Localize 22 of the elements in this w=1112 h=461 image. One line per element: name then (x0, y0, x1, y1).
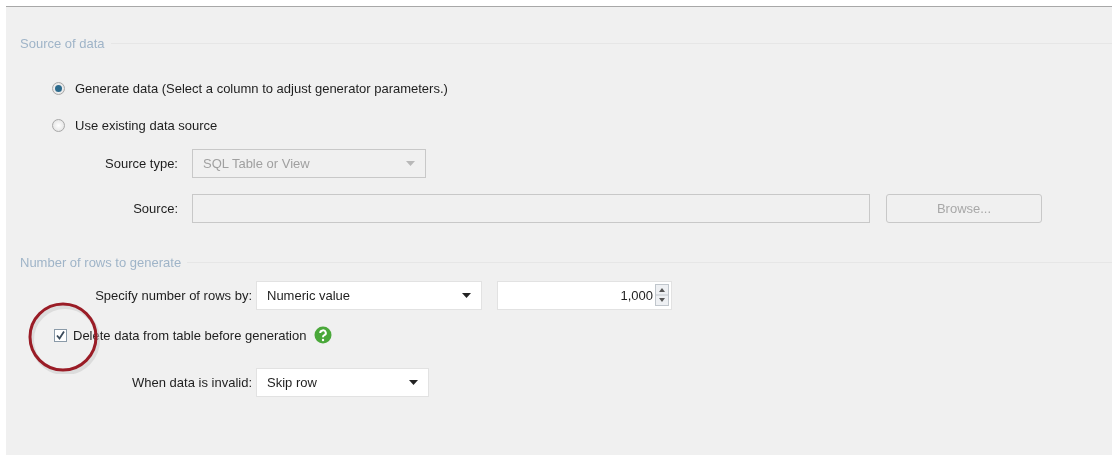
radio-button[interactable] (52, 118, 65, 132)
field-label: When data is invalid: (131, 374, 252, 390)
radio-button[interactable] (52, 81, 65, 95)
dropdown-arrow-icon (409, 379, 418, 385)
row-count-spinbox[interactable]: 1,000 (497, 280, 672, 310)
field-label: Specify number of rows by: (94, 287, 252, 303)
rows-method-dropdown[interactable]: Numeric value (256, 280, 482, 310)
field-label: Source: (132, 200, 178, 216)
radio-label: Use existing data source (75, 117, 218, 133)
dropdown-arrow-icon (462, 292, 471, 298)
invalid-data-dropdown[interactable]: Skip row (256, 367, 429, 397)
dropdown-arrow-icon (406, 160, 415, 166)
checkbox[interactable] (54, 328, 67, 342)
section-title: Number of rows to generate (20, 254, 182, 270)
combo-value: Numeric value (267, 287, 352, 303)
help-icon[interactable] (314, 326, 333, 344)
spinner-arrows-icon (655, 284, 669, 306)
section-title: Source of data (20, 35, 105, 51)
radio-label: Generate data (Select a column to adjust generator parameters.) (75, 80, 448, 96)
field-label: Source type: (104, 155, 178, 171)
combo-value: Skip row (267, 374, 318, 390)
combo-value: SQL Table or View (203, 155, 311, 171)
